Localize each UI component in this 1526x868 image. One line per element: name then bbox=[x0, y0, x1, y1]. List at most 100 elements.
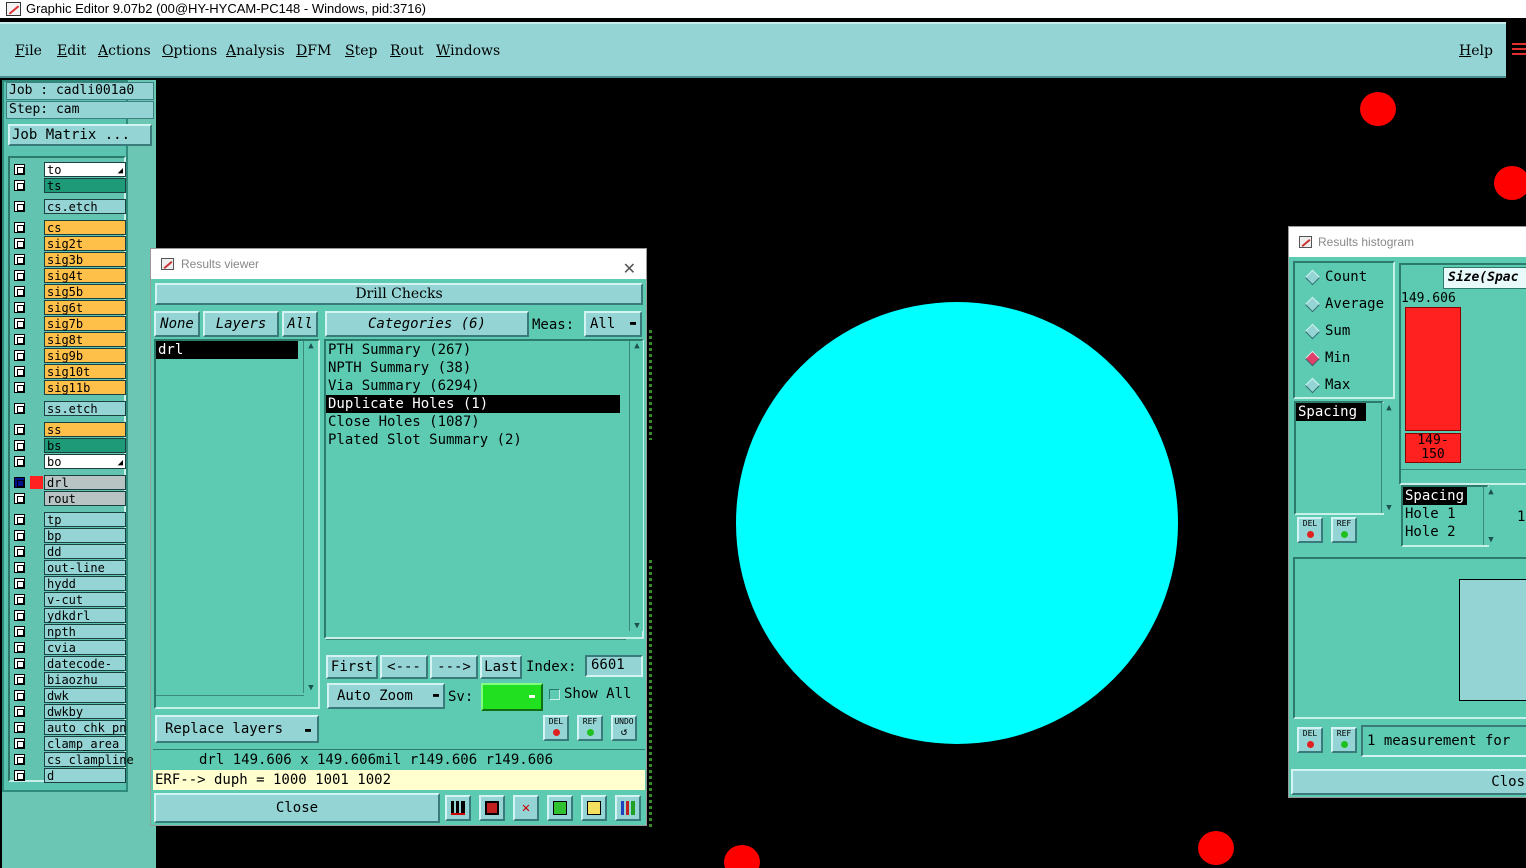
layer-row-sig3b[interactable]: sig3b bbox=[12, 252, 128, 267]
layer-row-cs-clampline[interactable]: cs_clampline bbox=[12, 752, 134, 767]
layer-name[interactable]: sig4t bbox=[44, 268, 126, 283]
prev-button[interactable]: <--- bbox=[380, 655, 428, 679]
layer-row-sig9b[interactable]: sig9b bbox=[12, 348, 128, 363]
layer-row-npth[interactable]: npth bbox=[12, 624, 128, 639]
layer-row-dd[interactable]: dd bbox=[12, 544, 128, 559]
layer-name[interactable]: out-line bbox=[44, 560, 126, 575]
layer-checkbox[interactable] bbox=[14, 690, 25, 701]
layer-row-sig6t[interactable]: sig6t bbox=[12, 300, 128, 315]
layer-name[interactable]: cs.etch bbox=[44, 199, 126, 214]
layer-checkbox[interactable] bbox=[14, 477, 25, 488]
mark-tool-icon[interactable] bbox=[479, 795, 505, 821]
meas-dropdown[interactable]: All ▬ bbox=[584, 311, 642, 337]
layer-checkbox[interactable] bbox=[14, 286, 25, 297]
layer-name[interactable]: ss bbox=[44, 422, 126, 437]
layer-name[interactable]: ts bbox=[44, 178, 126, 193]
layer-name[interactable]: d bbox=[44, 768, 126, 783]
layer-checkbox[interactable] bbox=[14, 706, 25, 717]
layer-name[interactable]: sig3b bbox=[44, 252, 126, 267]
layer-checkbox[interactable] bbox=[14, 334, 25, 345]
layer-row-sig8t[interactable]: sig8t bbox=[12, 332, 128, 347]
detail-item[interactable]: Hole 2 bbox=[1403, 523, 1487, 541]
graph-del-button[interactable]: DEL bbox=[1297, 727, 1323, 753]
histogram-tool-icon[interactable] bbox=[445, 795, 471, 821]
layer-name[interactable]: drl bbox=[44, 475, 126, 490]
layer-checkbox[interactable] bbox=[14, 424, 25, 435]
layer-hscroll[interactable] bbox=[156, 695, 304, 707]
drill-checks-header[interactable]: Drill Checks bbox=[155, 283, 643, 305]
layer-name[interactable]: dwk bbox=[44, 688, 126, 703]
layer-checkbox[interactable] bbox=[14, 350, 25, 361]
categories-vscroll[interactable]: ▲ ▼ bbox=[629, 341, 643, 631]
detail-listbox[interactable]: Spacing Hole 1 Hole 2 bbox=[1401, 485, 1489, 547]
index-input[interactable]: 6601 bbox=[585, 655, 643, 677]
layer-item-drl[interactable]: drl bbox=[156, 341, 298, 359]
category-item-selected[interactable]: Duplicate Holes (1) bbox=[326, 395, 620, 413]
layer-name[interactable]: sig10t bbox=[44, 364, 126, 379]
layer-row-bo[interactable]: bo ◢ bbox=[12, 454, 128, 469]
layer-row-cs-etch[interactable]: cs.etch bbox=[12, 199, 128, 214]
layer-checkbox[interactable] bbox=[14, 302, 25, 313]
layer-name[interactable]: sig8t bbox=[44, 332, 126, 347]
layer-checkbox[interactable] bbox=[14, 594, 25, 605]
histogram-close-button[interactable]: Clos bbox=[1291, 769, 1526, 795]
layer-name[interactable]: npth bbox=[44, 624, 126, 639]
category-item[interactable]: Via Summary (6294) bbox=[326, 377, 642, 395]
layer-row-to[interactable]: to ◢ bbox=[12, 162, 128, 177]
auto-zoom-dropdown[interactable]: Auto Zoom ▬ bbox=[327, 683, 445, 709]
layer-name[interactable]: clamp_area bbox=[44, 736, 126, 751]
layer-checkbox[interactable] bbox=[14, 658, 25, 669]
layer-name[interactable]: dwkby bbox=[44, 704, 126, 719]
count-option[interactable]: Count bbox=[1305, 269, 1367, 285]
layer-row-sig2t[interactable]: sig2t bbox=[12, 236, 128, 251]
layer-row-dwkby[interactable]: dwkby bbox=[12, 704, 128, 719]
layer-vscroll[interactable]: ▲ ▼ bbox=[303, 341, 317, 693]
menu-analysis[interactable]: Analysis bbox=[226, 43, 285, 59]
layer-name[interactable]: sig5b bbox=[44, 284, 126, 299]
layer-row-out-line[interactable]: out-line bbox=[12, 560, 128, 575]
menu-options[interactable]: Options bbox=[162, 43, 217, 59]
layer-checkbox[interactable] bbox=[14, 440, 25, 451]
last-button[interactable]: Last bbox=[480, 655, 522, 679]
layer-checkbox[interactable] bbox=[14, 366, 25, 377]
layer-row-bs[interactable]: bs bbox=[12, 438, 128, 453]
layer-name[interactable]: sig6t bbox=[44, 300, 126, 315]
layer-listbox[interactable]: drl bbox=[154, 339, 320, 709]
layer-checkbox[interactable] bbox=[14, 546, 25, 557]
menu-step[interactable]: Step bbox=[345, 43, 377, 59]
layer-checkbox[interactable] bbox=[14, 201, 25, 212]
layer-row-drl[interactable]: drl bbox=[12, 475, 128, 490]
histogram-hscroll[interactable] bbox=[1401, 469, 1526, 481]
graph-ref-button[interactable]: REF bbox=[1331, 727, 1357, 753]
close-button[interactable]: Close bbox=[154, 793, 440, 823]
layer-checkbox[interactable] bbox=[14, 626, 25, 637]
del-button[interactable]: DEL bbox=[543, 715, 569, 741]
layer-row-cvia[interactable]: cvia bbox=[12, 640, 128, 655]
layer-name[interactable]: biaozhu bbox=[44, 672, 126, 687]
layer-name[interactable]: tp bbox=[44, 512, 126, 527]
layer-checkbox[interactable] bbox=[14, 254, 25, 265]
menu-windows[interactable]: Windows bbox=[436, 43, 500, 59]
detail-item[interactable]: Hole 1 bbox=[1403, 505, 1487, 523]
layer-name[interactable]: bo ◢ bbox=[44, 454, 126, 469]
category-item[interactable]: NPTH Summary (38) bbox=[326, 359, 642, 377]
layer-row-dwk[interactable]: dwk bbox=[12, 688, 128, 703]
layer-checkbox[interactable] bbox=[14, 238, 25, 249]
list-item-spacing[interactable]: Spacing bbox=[1296, 403, 1366, 421]
layer-checkbox[interactable] bbox=[14, 164, 25, 175]
undo-button[interactable]: UNDO ↺ bbox=[611, 715, 637, 741]
menu-help[interactable]: Help bbox=[1459, 43, 1493, 59]
layer-checkbox[interactable] bbox=[14, 642, 25, 653]
average-option[interactable]: Average bbox=[1305, 296, 1384, 312]
layer-checkbox[interactable] bbox=[14, 318, 25, 329]
layer-checkbox[interactable] bbox=[14, 722, 25, 733]
layer-row-v-cut[interactable]: v-cut bbox=[12, 592, 128, 607]
layer-row-datecode-to[interactable]: datecode-to bbox=[12, 656, 128, 685]
menu-actions[interactable]: Actions bbox=[98, 43, 151, 59]
layer-row-sig5b[interactable]: sig5b bbox=[12, 284, 128, 299]
layer-name[interactable]: cs bbox=[44, 220, 126, 235]
first-button[interactable]: First bbox=[326, 655, 378, 679]
layer-checkbox[interactable] bbox=[14, 270, 25, 281]
layer-name[interactable]: sig9b bbox=[44, 348, 126, 363]
layer-checkbox[interactable] bbox=[14, 403, 25, 414]
